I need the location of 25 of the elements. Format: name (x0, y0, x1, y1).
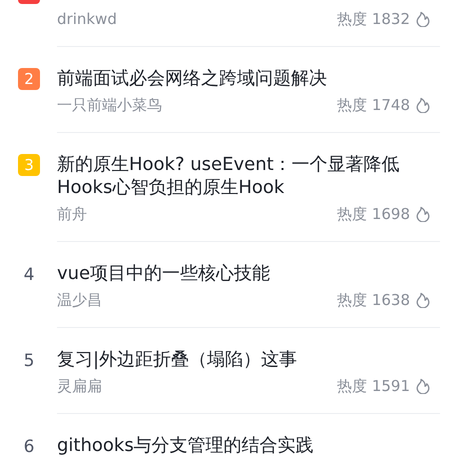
article-title[interactable]: vue项目中的一些核心技能 (57, 262, 440, 285)
author-name: drinkwd (57, 10, 118, 28)
author-name: 温少昌 (57, 290, 103, 310)
rank-number: 5 (22, 350, 36, 373)
heat-count: 热度 1832 (337, 10, 410, 28)
rank-badge: 2 (18, 68, 40, 90)
rank-number: 6 (22, 436, 36, 459)
heat-count: 热度 1698 (337, 204, 410, 224)
article-title[interactable]: githooks与分支管理的结合实践 (57, 434, 440, 457)
flame-icon (416, 11, 430, 27)
flame-icon (416, 97, 430, 113)
rank-number: 4 (22, 264, 36, 287)
flame-icon (416, 292, 430, 308)
heat-count: 热度 1638 (337, 290, 410, 310)
article-title[interactable]: 复习|外边距折叠（塌陷）这事 (57, 348, 440, 371)
article-title[interactable]: 前端面试必会网络之跨域问题解决 (57, 67, 440, 90)
article-title[interactable]: 新的原生Hook? useEvent：一个显著降低Hooks心智负担的原生Hook (57, 153, 440, 199)
heat-count: 热度 1748 (337, 96, 410, 114)
heat-count: 热度 1591 (337, 376, 410, 396)
flame-icon (416, 378, 430, 394)
author-name: 灵扁扁 (57, 376, 103, 396)
author-name: 一只前端小菜鸟 (57, 96, 163, 114)
rank-badge: 3 (18, 154, 40, 176)
author-name: 前舟 (57, 204, 88, 224)
flame-icon (416, 206, 430, 222)
